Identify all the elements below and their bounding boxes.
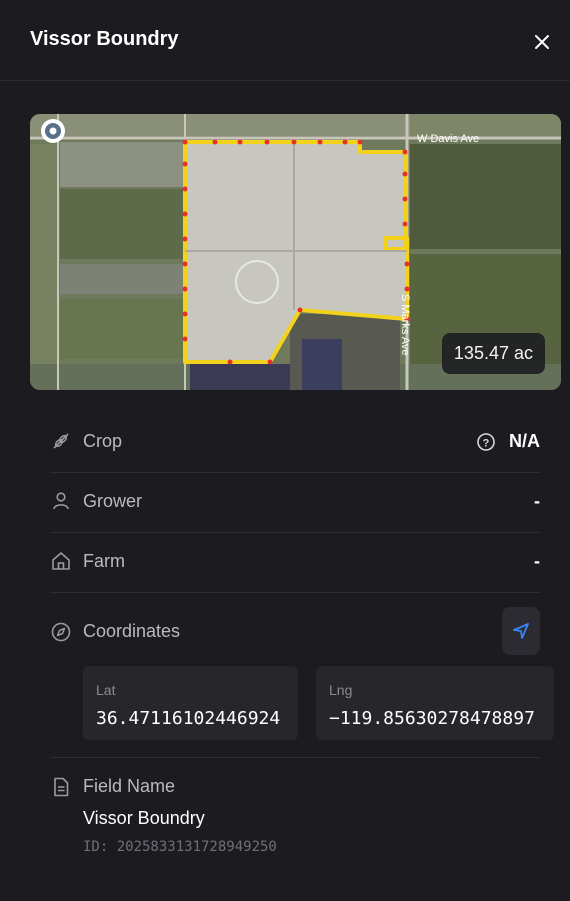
close-icon bbox=[535, 35, 549, 49]
longitude-box: Lng −119.85630278478897 bbox=[316, 666, 554, 740]
help-circle-icon: ? bbox=[477, 433, 495, 451]
farm-value: - bbox=[534, 551, 540, 571]
farm-row: Farm - bbox=[50, 532, 540, 593]
panel-title: Vissor Boundry bbox=[30, 28, 179, 50]
close-button[interactable] bbox=[526, 26, 558, 58]
crop-row: Crop ? N/A bbox=[50, 412, 540, 473]
divider bbox=[50, 757, 540, 758]
field-map[interactable]: W Davis Ave S Marks Ave 135.47 ac bbox=[30, 114, 561, 390]
crop-icon bbox=[53, 433, 69, 449]
grower-label: Grower bbox=[83, 491, 143, 511]
crop-label: Crop bbox=[83, 431, 123, 451]
latitude-box: Lat 36.47116102446924 bbox=[83, 666, 298, 740]
crop-value: N/A bbox=[509, 431, 540, 451]
grower-value: - bbox=[534, 491, 540, 511]
latitude-value: 36.47116102446924 bbox=[96, 708, 281, 729]
latitude-label: Lat bbox=[96, 682, 116, 698]
coordinates-label: Coordinates bbox=[83, 621, 181, 641]
person-icon bbox=[53, 492, 69, 510]
field-id: ID: 2025833131728949250 bbox=[83, 839, 277, 855]
grower-row: Grower - bbox=[50, 472, 540, 533]
navigate-button[interactable] bbox=[502, 607, 540, 655]
svg-text:?: ? bbox=[483, 438, 490, 450]
field-name-value: Vissor Boundry bbox=[83, 808, 205, 828]
longitude-value: −119.85630278478897 bbox=[329, 708, 535, 729]
road-label-davis: W Davis Ave bbox=[417, 133, 479, 145]
home-icon bbox=[52, 552, 70, 570]
farm-label: Farm bbox=[83, 551, 125, 571]
road-label-marks: S Marks Ave bbox=[399, 294, 411, 356]
document-icon bbox=[54, 777, 69, 797]
panel-header: Vissor Boundry bbox=[0, 0, 570, 81]
field-name-label: Field Name bbox=[83, 776, 176, 796]
compass-icon bbox=[51, 622, 71, 642]
navigation-arrow-icon bbox=[513, 623, 529, 639]
area-badge: 135.47 ac bbox=[441, 333, 545, 374]
location-pin-icon bbox=[41, 119, 65, 143]
longitude-label: Lng bbox=[329, 682, 353, 698]
